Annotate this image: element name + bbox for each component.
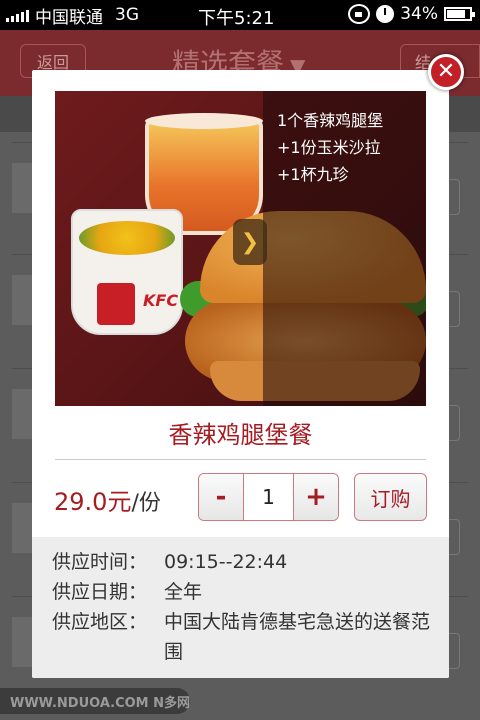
- signal-strength-icon: [6, 8, 29, 22]
- photo-caption: 1个香辣鸡腿堡 +1份玉米沙拉 +1杯九珍: [277, 107, 383, 188]
- rotation-lock-icon: [348, 4, 371, 24]
- item-thumbnail: [12, 275, 32, 325]
- divider: [55, 459, 426, 460]
- item-thumbnail: [12, 163, 32, 213]
- alarm-icon: [376, 5, 395, 23]
- order-button[interactable]: 订购: [354, 473, 427, 521]
- battery-icon: [444, 7, 475, 21]
- info-label: 供应时间：: [52, 551, 148, 573]
- meal-detail-dialog: KFC 1个香辣鸡腿堡 +1份玉米沙拉 +1杯九珍 ❯ 香辣鸡腿堡餐 29.0元…: [32, 70, 449, 678]
- decrease-button[interactable]: -: [199, 474, 243, 520]
- status-time: 下午5:21: [198, 8, 275, 29]
- info-value: 中国大陆肯德基宅急送的送餐范围: [164, 611, 431, 663]
- product-name: 香辣鸡腿堡餐: [168, 421, 313, 449]
- close-icon[interactable]: ✕: [428, 54, 464, 90]
- price-unit: /份: [131, 491, 161, 516]
- caption-line: +1份玉米沙拉: [277, 138, 381, 157]
- price: 29.0元/份: [54, 482, 161, 517]
- item-thumbnail: [12, 389, 32, 439]
- increase-button[interactable]: +: [294, 474, 338, 520]
- info-row-date: 供应日期： 全年: [52, 577, 449, 607]
- price-value: 29.0元: [54, 488, 132, 516]
- battery-percent: 34%: [400, 4, 438, 24]
- quantity-field[interactable]: 1: [243, 474, 294, 520]
- info-row-region: 供应地区： 中国大陆肯德基宅急送的送餐范围: [52, 607, 449, 667]
- caption-line: +1杯九珍: [277, 165, 349, 184]
- status-right-group: 34%: [348, 4, 475, 24]
- quantity-stepper: - 1 +: [198, 473, 339, 521]
- kfc-logo: [97, 283, 135, 325]
- status-bar: 中国联通 3G 下午5:21 34%: [0, 0, 480, 30]
- network-type: 3G: [115, 5, 139, 25]
- supply-info: 供应时间： 09:15--22:44 供应日期： 全年 供应地区： 中国大陆肯德…: [32, 537, 449, 678]
- caption-line: 1个香辣鸡腿堡: [277, 111, 384, 130]
- meal-photo: KFC 1个香辣鸡腿堡 +1份玉米沙拉 +1杯九珍 ❯: [55, 91, 426, 406]
- carrier-name: 中国联通: [35, 7, 103, 28]
- watermark: WWW.NDUOA.COM N多网: [0, 688, 190, 714]
- kfc-text: KFC: [143, 291, 179, 310]
- next-image-arrow-icon[interactable]: ❯: [233, 219, 267, 265]
- item-thumbnail: [12, 503, 32, 553]
- corn-salad-image: KFC: [71, 209, 183, 335]
- info-label: 供应地区：: [52, 611, 148, 633]
- info-value: 全年: [164, 581, 203, 603]
- item-thumbnail: [12, 617, 32, 667]
- info-label: 供应日期：: [52, 581, 148, 603]
- info-value: 09:15--22:44: [164, 551, 288, 573]
- info-row-time: 供应时间： 09:15--22:44: [52, 547, 449, 577]
